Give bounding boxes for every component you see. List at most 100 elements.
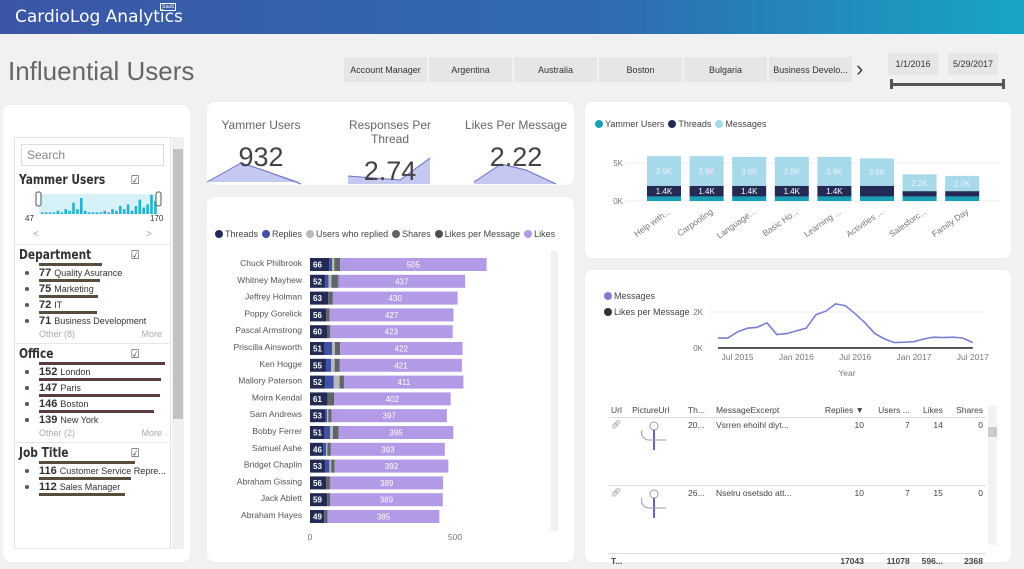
section-title: Yammer Users xyxy=(19,173,106,188)
bar-segment-users-who-replied xyxy=(332,258,335,271)
table-row[interactable]: 🔗︎ 20... Vsrren ehoihl diyt... 10 7 14 0 xyxy=(608,418,986,486)
other-count: Other (8) xyxy=(39,329,76,339)
category-label: Basic Ho... xyxy=(761,206,800,238)
bar-segment-likes-per-message xyxy=(329,493,331,507)
category-label: Carpooling xyxy=(675,206,715,238)
checkbox-icon[interactable]: ☑ xyxy=(131,347,140,362)
slicer-scrollbar[interactable] xyxy=(172,137,184,549)
bar-segment-shares xyxy=(327,325,330,339)
list-item[interactable]: 147 Paris xyxy=(19,378,166,394)
column-header[interactable]: Url xyxy=(608,403,629,418)
legend-item[interactable]: Threads xyxy=(668,119,711,129)
date-end[interactable]: 5/29/2017 xyxy=(948,53,998,75)
column-header[interactable]: Replies ▼ xyxy=(812,403,867,418)
filter-chip[interactable]: Bulgaria xyxy=(684,57,767,82)
table-scrollbar[interactable] xyxy=(988,405,997,545)
histogram-bar xyxy=(95,212,99,214)
y-tick: 0K xyxy=(693,344,703,353)
kpi-value: 2.22 xyxy=(489,142,543,172)
legend-item[interactable]: Shares xyxy=(392,229,431,239)
checkbox-icon[interactable]: ☑ xyxy=(131,446,140,461)
link-icon[interactable]: 🔗︎ xyxy=(608,418,629,486)
checkbox-icon[interactable]: ☑ xyxy=(131,248,140,263)
chart-legend: Threads Replies Users who replied Shares Lik… xyxy=(215,229,555,239)
more-link[interactable]: More xyxy=(141,329,162,339)
bar-segment-users-who-replied xyxy=(328,274,332,288)
kpi-value: 2.74 xyxy=(363,156,417,186)
filter-chip[interactable]: Australia xyxy=(514,57,597,82)
chart-scrollbar xyxy=(551,251,558,531)
total-cell: 2368 xyxy=(964,556,983,566)
filter-chip[interactable]: Argentina xyxy=(429,57,512,82)
total-cell xyxy=(629,554,685,569)
category-label: Pascal Armstrong xyxy=(235,325,302,335)
list-item[interactable]: 152 London xyxy=(19,362,166,378)
range-handle-min[interactable] xyxy=(35,191,42,207)
legend-item[interactable]: Replies xyxy=(262,229,302,239)
kpi-label: Yammer Users xyxy=(221,118,301,132)
list-item[interactable]: 77 Quality Asurance xyxy=(19,263,166,279)
user-picture[interactable] xyxy=(629,418,685,486)
prev-arrow-icon[interactable]: < xyxy=(33,229,39,240)
messages-table: Url PictureUrl Th... MessageExcerpt Replies … xyxy=(608,403,986,568)
x-tick: Jul 2016 xyxy=(839,352,871,362)
range-handle-max[interactable] xyxy=(155,191,162,207)
next-arrow-icon[interactable]: > xyxy=(146,229,152,240)
bar-segment-users-who-replied xyxy=(330,426,333,439)
bar-segment-shares xyxy=(327,392,334,406)
legend-item[interactable]: Messages xyxy=(715,119,766,129)
column-header[interactable]: Users ... xyxy=(867,403,913,418)
table-cell: 7 xyxy=(905,488,910,498)
date-range-slider[interactable] xyxy=(890,79,1005,89)
legend-item[interactable]: Likes per Message xyxy=(434,229,520,239)
bar-segment-likes-per-message xyxy=(329,325,331,339)
app-logo: CardioLog Analytics xyxy=(15,7,183,27)
bar-segment-shares xyxy=(327,493,330,507)
chevron-right-icon[interactable]: › xyxy=(856,56,863,82)
column-header[interactable]: Likes xyxy=(913,403,946,418)
groups-column-chart: 5K 0K 1.4K 3.9K Help with... 1.4K 3.9K Carpooli… xyxy=(613,156,1000,240)
histogram-bar xyxy=(64,209,67,214)
column-header[interactable]: Shares xyxy=(946,403,986,418)
bar-segment-shares xyxy=(331,459,335,473)
data-label: 60 xyxy=(313,328,322,337)
list-item[interactable]: 112 Sales Manager xyxy=(19,477,166,493)
list-item[interactable]: 72 IT xyxy=(19,295,166,311)
table-cell: 26... xyxy=(687,488,705,498)
list-item[interactable]: 139 New York xyxy=(19,410,166,426)
legend-swatch xyxy=(306,230,315,238)
legend-item[interactable]: Users who replied xyxy=(306,229,388,239)
histogram-bar xyxy=(146,204,149,214)
data-label: 389 xyxy=(380,496,394,505)
list-item[interactable]: 75 Marketing xyxy=(19,279,166,295)
checkbox-icon[interactable]: ☑ xyxy=(131,173,140,188)
list-item[interactable]: 71 Business Development xyxy=(19,311,166,327)
column-header[interactable]: Th... xyxy=(685,403,713,418)
date-start[interactable]: 1/1/2016 xyxy=(888,53,938,75)
influential-users-bar-chart: Chuck Philbrook 66 505 Whitney Mayhew 52 437 J… xyxy=(234,251,558,542)
link-icon[interactable]: 🔗︎ xyxy=(608,486,629,554)
table-row[interactable]: 🔗︎ 26... Nselru osetsdo att... 10 7 15 0 xyxy=(608,486,986,554)
column-header[interactable]: PictureUrl xyxy=(629,403,685,418)
search-input[interactable]: Search xyxy=(21,144,164,166)
more-link[interactable]: More xyxy=(141,428,162,438)
user-picture[interactable] xyxy=(629,486,685,554)
bar-segment-yammer-users xyxy=(689,196,724,201)
list-item[interactable]: 146 Boston xyxy=(19,394,166,410)
filter-chip[interactable]: Account Manager xyxy=(344,57,427,82)
bar-segment-likes-per-message xyxy=(337,274,339,288)
histogram-bar xyxy=(115,210,118,214)
filter-chip[interactable]: Boston xyxy=(599,57,682,82)
legend-item[interactable]: Likes xyxy=(524,229,555,239)
data-label: 3.8K xyxy=(784,167,801,176)
filter-chip[interactable]: Business Develo... xyxy=(769,57,852,82)
data-label: 389 xyxy=(380,479,394,488)
range-histogram[interactable]: 47 170 xyxy=(19,188,169,224)
legend-swatch xyxy=(715,120,724,128)
legend-item[interactable]: Yammer Users xyxy=(595,119,664,129)
category-label: Family Day xyxy=(930,206,971,239)
list-item[interactable]: 116 Customer Service Repre... xyxy=(19,461,166,477)
bar-segment-likes-per-message xyxy=(333,392,335,406)
column-header[interactable]: MessageExcerpt xyxy=(713,403,812,418)
legend-item[interactable]: Threads xyxy=(215,229,258,239)
